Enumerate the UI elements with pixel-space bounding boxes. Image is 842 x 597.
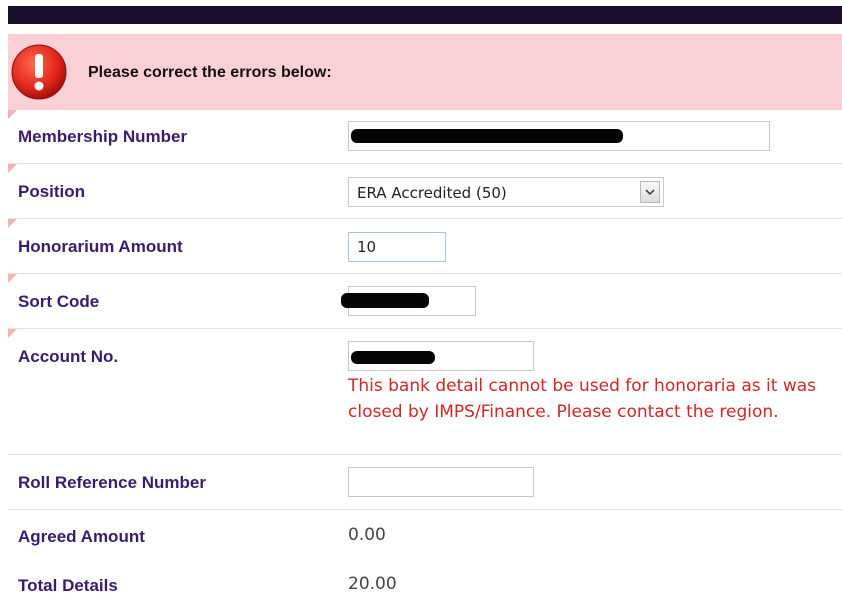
chevron-down-icon[interactable] xyxy=(640,181,660,203)
redacted-value xyxy=(351,351,435,364)
required-marker xyxy=(8,274,17,283)
membership-number-row: Membership Number xyxy=(8,110,842,164)
position-row: Position ERA Accredited (50) xyxy=(8,164,842,219)
error-banner: Please correct the errors below: xyxy=(8,34,842,110)
agreed-amount-value: 0.00 xyxy=(348,525,386,545)
account-no-input[interactable] xyxy=(348,341,534,371)
account-no-label: Account No. xyxy=(18,347,119,366)
total-details-value: 20.00 xyxy=(348,574,397,594)
roll-reference-number-input[interactable] xyxy=(348,467,534,497)
required-marker xyxy=(8,329,17,338)
required-marker xyxy=(8,219,17,228)
sort-code-input[interactable] xyxy=(341,286,476,316)
required-marker xyxy=(8,164,17,173)
total-details-row: Total Details 20.00 xyxy=(8,560,842,597)
redacted-value xyxy=(341,293,429,308)
agreed-amount-row: Agreed Amount 0.00 xyxy=(8,510,842,560)
sort-code-label: Sort Code xyxy=(18,292,100,311)
top-bar xyxy=(8,6,842,24)
required-marker xyxy=(8,110,17,119)
position-selected-value: ERA Accredited (50) xyxy=(357,184,507,202)
honorarium-amount-row: Honorarium Amount 10 xyxy=(8,219,842,274)
account-no-error-message: This bank detail cannot be used for hono… xyxy=(348,376,816,422)
membership-number-label: Membership Number xyxy=(18,127,188,146)
total-details-label: Total Details xyxy=(18,576,118,595)
membership-number-input[interactable] xyxy=(348,121,770,151)
agreed-amount-label: Agreed Amount xyxy=(18,527,145,546)
error-banner-message: Please correct the errors below: xyxy=(88,64,332,81)
roll-reference-number-label: Roll Reference Number xyxy=(18,473,206,492)
position-select[interactable]: ERA Accredited (50) xyxy=(348,177,664,207)
position-label: Position xyxy=(18,182,86,201)
honorarium-amount-label: Honorarium Amount xyxy=(18,237,183,256)
exclamation-icon xyxy=(11,44,67,100)
sort-code-row: Sort Code xyxy=(8,274,842,329)
redacted-value xyxy=(351,129,623,143)
roll-reference-number-row: Roll Reference Number xyxy=(8,455,842,510)
honorarium-amount-input[interactable]: 10 xyxy=(348,232,446,262)
account-no-row: Account No. This bank detail cannot be u… xyxy=(8,329,842,455)
